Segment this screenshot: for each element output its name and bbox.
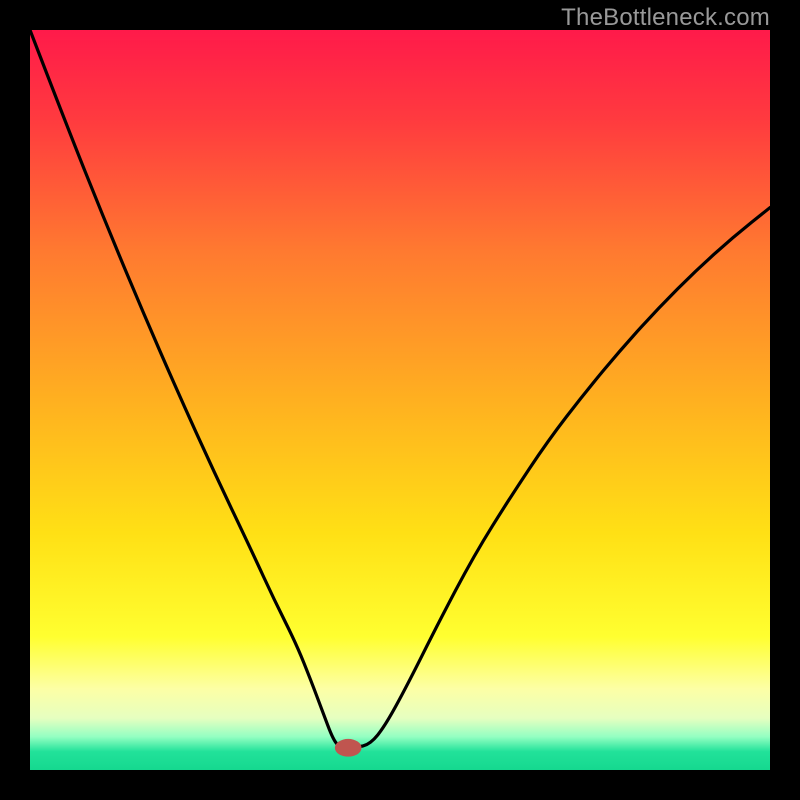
- watermark: TheBottleneck.com: [561, 4, 770, 32]
- gradient-background: [30, 30, 770, 770]
- bottleneck-chart: [30, 30, 770, 770]
- plot-area: [30, 30, 770, 770]
- chart-frame: TheBottleneck.com: [0, 0, 800, 800]
- optimal-marker: [335, 739, 362, 757]
